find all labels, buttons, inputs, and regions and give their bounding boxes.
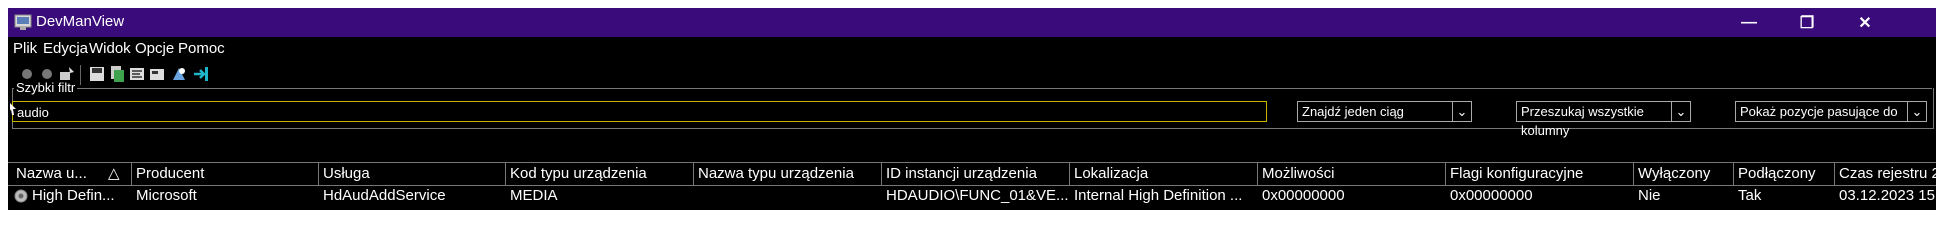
chevron-down-icon: ⌄ [1671,102,1690,121]
column-header-wylaczony[interactable]: Wyłączony [1634,163,1734,185]
menu-pomoc[interactable]: Pomoc [178,40,225,57]
column-header-kod-typu[interactable]: Kod typu urządzenia [506,163,694,185]
filter-mode-value: Znajdź jeden ciąg [1302,104,1404,119]
column-header-flagi[interactable]: Flagi konfiguracyjne [1446,163,1634,185]
menu-edycja[interactable]: Edycja [43,40,88,57]
find-icon[interactable] [170,65,188,83]
chevron-down-icon: ⌄ [1452,102,1471,121]
cell-mozliwosci: 0x00000000 [1262,187,1345,204]
chevron-down-icon: ⌄ [1907,102,1926,121]
mouse-cursor-icon [10,103,16,115]
copy-icon[interactable] [108,65,126,83]
quick-filter-label: Szybki filtr [14,80,78,95]
menu-plik[interactable]: Plik [13,40,37,57]
column-header-id-instancji[interactable]: ID instancji urządzenia [882,163,1070,185]
menu-opcje[interactable]: Opcje [135,40,174,57]
cell-flagi: 0x00000000 [1450,187,1533,204]
speaker-icon [14,189,28,203]
cell-podlaczony: Tak [1738,187,1762,204]
cell-kod-typu: MEDIA [510,187,558,204]
restore-button[interactable]: ❐ [1778,8,1836,37]
cell-usluga: HdAudAddService [323,187,446,204]
column-header-czas-rejestru[interactable]: Czas rejestru 2 u [1835,163,1936,185]
menu-widok[interactable]: Widok [89,40,131,57]
window-title: DevManView [36,13,125,30]
exit-icon[interactable] [192,65,210,83]
menu-bar: Plik Edycja Widok Opcje Pomoc [8,37,1936,59]
minimize-button[interactable]: — [1720,8,1778,37]
title-bar: DevManView — ❐ ✕ [8,8,1936,37]
app-icon [14,14,32,30]
cell-lokalizacja: Internal High Definition ... [1074,187,1243,204]
cell-wylaczony: Nie [1638,187,1661,204]
filter-show-value: Pokaż pozycje pasujące do [1740,104,1898,119]
sort-ascending-icon: △ [108,165,120,182]
quick-filter-input[interactable]: audio [12,101,1267,122]
html-report-icon[interactable] [128,65,146,83]
column-header-mozliwosci[interactable]: Możliwości [1258,163,1446,185]
column-header-producent[interactable]: Producent [132,163,319,185]
toolbar-separator [80,65,81,85]
filter-mode-select[interactable]: Znajdź jeden ciąg ⌄ [1297,101,1472,122]
options-icon[interactable] [148,65,166,83]
close-button[interactable]: ✕ [1836,8,1894,37]
table-row[interactable]: High Defin... Microsoft HdAudAddService … [8,185,1936,207]
cell-nazwa: High Defin... [32,187,115,204]
column-header-nazwa[interactable]: Nazwa u... △ [12,163,132,185]
column-header-lokalizacja[interactable]: Lokalizacja [1070,163,1258,185]
column-header-nazwa-typu[interactable]: Nazwa typu urządzenia [694,163,882,185]
cell-czas-rejestru: 03.12.2023 15:06 [1839,187,1936,204]
filter-columns-select[interactable]: Przeszukaj wszystkie kolumny ⌄ [1516,101,1691,138]
table-header: Nazwa u... △ Producent Usługa Kod typu u… [8,162,1936,186]
cell-id-instancji: HDAUDIO\FUNC_01&VE... [886,187,1069,204]
filter-show-select[interactable]: Pokaż pozycje pasujące do ⌄ [1735,101,1927,122]
column-header-label: Nazwa u... [16,165,87,182]
column-header-podlaczony[interactable]: Podłączony [1734,163,1835,185]
save-icon[interactable] [88,65,106,83]
column-header-usluga[interactable]: Usługa [319,163,506,185]
cell-nazwa-typu [694,185,882,207]
cell-producent: Microsoft [136,187,197,204]
